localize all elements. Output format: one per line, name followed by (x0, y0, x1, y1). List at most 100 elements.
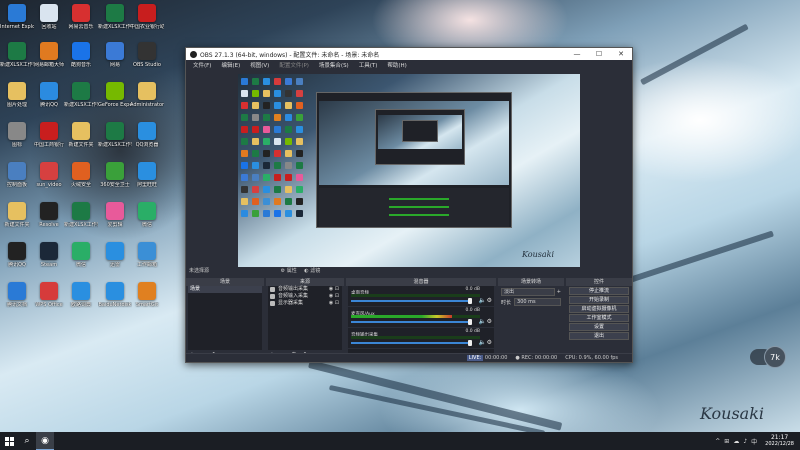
tray-app-icon[interactable]: ⊞ (724, 438, 729, 445)
transition-type-select[interactable]: 淡出 (501, 288, 555, 296)
start-button[interactable] (0, 432, 18, 450)
mute-speaker-icon[interactable]: 🔈 (479, 297, 486, 304)
visibility-lock-icons[interactable]: ◉ ⊡ (329, 293, 339, 300)
desktop-icon[interactable]: BaiduNetdisk (98, 282, 132, 320)
tray-expand-icon[interactable]: ^ (715, 438, 720, 445)
duration-input[interactable]: 300 ms (514, 298, 561, 306)
desktop-icon[interactable]: Resolve (32, 202, 66, 240)
preview-mini-icon (252, 114, 259, 121)
desktop-icon[interactable]: Steam (32, 242, 66, 280)
desktop-icon[interactable]: 微信 (64, 242, 98, 280)
studio-mode-button[interactable]: 工作室模式 (569, 314, 629, 322)
properties-button[interactable]: ⚙ 属性 (281, 268, 297, 274)
desktop-icon[interactable]: 回收站 (32, 4, 66, 42)
menu-help[interactable]: 帮助(H) (382, 61, 411, 69)
desktop-icon[interactable]: 新建文件夹 (64, 122, 98, 160)
stop-streaming-button[interactable]: 停止推流 (569, 287, 629, 295)
desktop-icon[interactable]: 新建XLSX工作表 (98, 122, 132, 160)
volume-icon[interactable]: ♪ (743, 438, 747, 445)
menu-profile[interactable]: 配置文件(P) (274, 61, 314, 69)
desktop-icon[interactable]: 网易云音乐 (64, 4, 98, 42)
source-item[interactable]: 显示器采集 ◉ ⊡ (268, 300, 342, 307)
desktop-icon[interactable]: 欧路词典 (64, 282, 98, 320)
minimize-button[interactable]: — (566, 50, 588, 58)
desktop-icon[interactable]: 腾讯QQ (32, 82, 66, 120)
channel-settings-icon[interactable]: ⚙ (487, 297, 492, 304)
obs-titlebar[interactable]: OBS 27.1.3 (64-bit, windows) - 配置文件: 未命名… (186, 48, 632, 60)
menu-view[interactable]: 视图(V) (245, 61, 274, 69)
desktop-icon[interactable]: 工作邮箱 (130, 242, 164, 280)
exit-button[interactable]: 退出 (569, 332, 629, 340)
taskbar-clock[interactable]: 21:17 2022/12/28 (765, 434, 794, 448)
desktop-icon[interactable]: 腾讯文档 (0, 282, 34, 320)
desktop-icon[interactable]: 中国工商银行 (32, 122, 66, 160)
desktop-icon[interactable]: 网易邮箱大师 (32, 42, 66, 80)
desktop-icon[interactable]: 微信 (130, 202, 164, 240)
desktop-icon[interactable]: 中国农业银行助手 (130, 4, 164, 42)
desktop-icon[interactable]: 图标 (0, 122, 34, 160)
desktop-icon[interactable]: sun_video (32, 162, 66, 200)
desktop-icon[interactable]: 新建文件夹 (0, 202, 34, 240)
maximize-button[interactable]: ☐ (588, 50, 610, 58)
desktop-icon[interactable]: 360安全卫士 (98, 162, 132, 200)
obs-window[interactable]: OBS 27.1.3 (64-bit, windows) - 配置文件: 未命名… (185, 47, 633, 363)
preview-mini-icon (252, 90, 259, 97)
desktop-icon[interactable]: 新建XLSX工作表 (64, 82, 98, 120)
volume-slider[interactable] (351, 321, 472, 323)
menu-file[interactable]: 文件(F) (188, 61, 216, 69)
input-method-icon[interactable]: 中 (751, 437, 757, 446)
visibility-lock-icons[interactable]: ◉ ⊡ (329, 286, 339, 293)
widget-circle[interactable]: 7k (764, 346, 786, 368)
volume-slider[interactable] (351, 342, 472, 344)
search-button[interactable]: ⌕ (18, 432, 36, 450)
close-button[interactable]: ✕ (610, 50, 632, 58)
transition-add-icon[interactable]: + (557, 289, 561, 295)
desktop-icon-label: 酷狗音乐 (70, 62, 91, 68)
source-item[interactable]: 音频输出采集 ◉ ⊡ (268, 286, 342, 293)
desktop-icon[interactable]: WPS Office (32, 282, 66, 320)
sources-list: 音频输出采集 ◉ ⊡ 音频输入采集 ◉ ⊡ 显示器采集 ◉ ⊡ (268, 286, 342, 350)
start-recording-button[interactable]: 开始录制 (569, 296, 629, 304)
menu-tools[interactable]: 工具(T) (354, 61, 383, 69)
floating-assistant-widget[interactable]: 7k (750, 346, 790, 368)
start-virtual-camera-button[interactable]: 启动虚拟摄像机 (569, 305, 629, 313)
menu-edit[interactable]: 编辑(E) (216, 61, 245, 69)
nested-obs-window-3 (402, 120, 438, 142)
channel-settings-icon[interactable]: ⚙ (487, 339, 492, 346)
taskbar-obs-button[interactable]: ◉ (36, 432, 54, 450)
filters-button[interactable]: ◐ 滤镜 (304, 268, 320, 274)
obs-preview-canvas[interactable]: Kousaki (238, 74, 580, 267)
mute-speaker-icon[interactable]: 🔈 (479, 339, 486, 346)
mute-speaker-icon[interactable]: 🔈 (479, 318, 486, 325)
desktop-icon[interactable]: 新建XLSX工作表 (64, 202, 98, 240)
desktop-icon[interactable]: 腾讯QQ (0, 242, 34, 280)
desktop-icon[interactable]: QQ浏览器 (130, 122, 164, 160)
desktop-icon[interactable]: SmartGit (130, 282, 164, 320)
desktop-icon[interactable]: Internet Explorer (0, 4, 34, 42)
network-icon[interactable]: ☁ (733, 438, 739, 445)
visibility-lock-icons[interactable]: ◉ ⊡ (329, 300, 339, 307)
desktop-icon[interactable]: 爱剪辑 (98, 202, 132, 240)
channel-settings-icon[interactable]: ⚙ (487, 318, 492, 325)
menu-scene-collection[interactable]: 场景集合(S) (314, 61, 354, 69)
settings-button[interactable]: 设置 (569, 323, 629, 331)
volume-slider-handle[interactable] (468, 298, 472, 304)
scene-item[interactable]: 场景 (188, 286, 262, 293)
desktop-icon[interactable]: 迅雷 (98, 242, 132, 280)
desktop-icon[interactable]: OBS Studio (130, 42, 164, 80)
desktop-icon[interactable]: Administrator (130, 82, 164, 120)
volume-slider-handle[interactable] (468, 340, 472, 346)
desktop-icon[interactable]: 控制面板 (0, 162, 34, 200)
desktop-icon[interactable]: 网易 (98, 42, 132, 80)
desktop-icon[interactable]: 图片处理 (0, 82, 34, 120)
desktop-icon[interactable]: 火绒安全 (64, 162, 98, 200)
desktop-icon[interactable]: 新建XLSX工作表 (98, 4, 132, 42)
desktop-icon[interactable]: GeForce Experience (98, 82, 132, 120)
desktop-icon[interactable]: 新建XLSX工作表 (0, 42, 34, 80)
volume-slider[interactable] (351, 300, 472, 302)
desktop-icon[interactable]: 阿里旺旺 (130, 162, 164, 200)
desktop-icon[interactable]: 酷狗音乐 (64, 42, 98, 80)
volume-slider-handle[interactable] (468, 319, 472, 325)
source-item[interactable]: 音频输入采集 ◉ ⊡ (268, 293, 342, 300)
speaker-icon (270, 287, 275, 292)
